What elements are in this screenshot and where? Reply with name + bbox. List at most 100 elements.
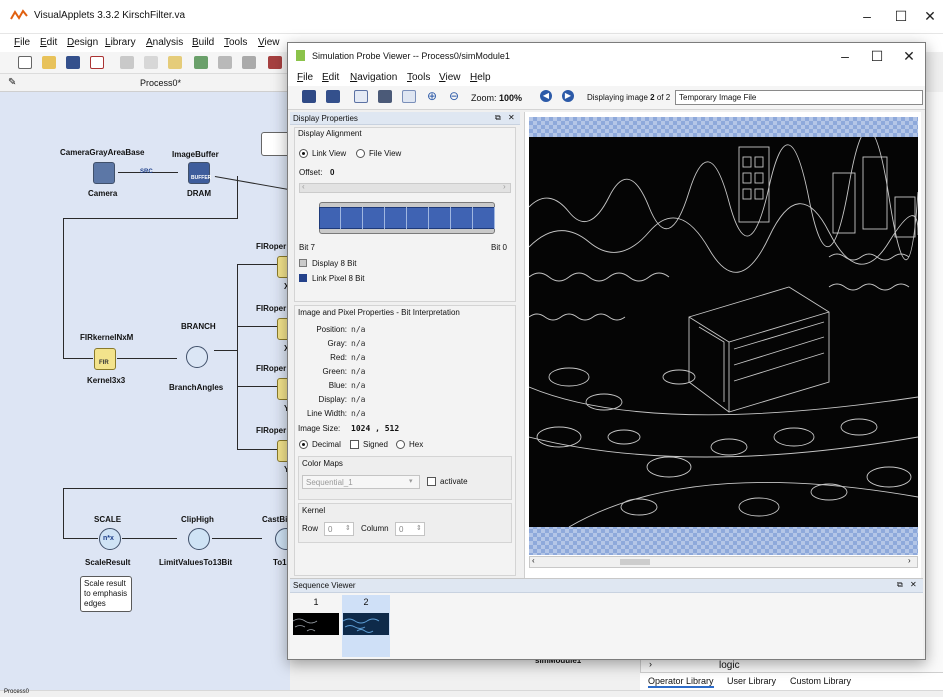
note-box[interactable]: Scale result to emphasis edges xyxy=(80,576,132,612)
offset-slider[interactable]: ‹ › xyxy=(299,182,511,193)
tab-operator-library[interactable]: Operator Library xyxy=(648,676,714,688)
horizontal-scrollbar[interactable]: ‹ › xyxy=(529,556,918,568)
probe-menu-view[interactable]: View xyxy=(439,72,461,83)
probe-menu-tools[interactable]: Tools xyxy=(407,72,430,83)
close-panel-icon[interactable]: ✕ xyxy=(508,113,515,122)
menu-design[interactable]: Design xyxy=(67,37,98,48)
activate-checkbox[interactable] xyxy=(427,477,436,486)
fir-kernel-name-label: Kernel3x3 xyxy=(87,376,126,385)
zoom-1-1-icon[interactable] xyxy=(402,90,416,103)
tree-item-logic[interactable]: logic xyxy=(719,660,740,671)
probe-minimize-button[interactable]: – xyxy=(830,44,860,68)
decimal-radio[interactable] xyxy=(299,440,308,449)
link-view-radio[interactable] xyxy=(299,149,308,158)
build-icon[interactable] xyxy=(268,56,282,69)
zoom-in-icon[interactable]: ⊕ xyxy=(427,90,441,103)
probe-menu-help[interactable]: Help xyxy=(470,72,491,83)
slider-right-arrow-icon[interactable]: › xyxy=(503,182,506,191)
menu-tools[interactable]: Tools xyxy=(224,37,247,48)
probe-menu-navigation[interactable]: Navigation xyxy=(350,72,397,83)
tree-expand-icon[interactable]: › xyxy=(649,659,652,669)
new-file-icon[interactable] xyxy=(18,56,32,69)
file-view-radio[interactable] xyxy=(356,149,365,158)
paste-icon[interactable] xyxy=(168,56,182,69)
undo-icon[interactable] xyxy=(194,56,208,69)
column-spinbox[interactable]: 0 ⇕ xyxy=(395,522,425,536)
seq-close-icon[interactable]: ✕ xyxy=(910,580,917,589)
bit-high-label: Bit 7 xyxy=(299,243,316,252)
edge-detected-image[interactable] xyxy=(529,137,918,527)
fir-op-label-2: FIRoper xyxy=(256,304,287,313)
menu-file[interactable]: File xyxy=(14,37,30,48)
next-image-icon[interactable]: ▶ xyxy=(562,90,574,102)
column-spin-icon[interactable]: ⇕ xyxy=(416,524,422,532)
branch-operator-icon[interactable] xyxy=(186,346,208,368)
hierarchy-icon[interactable]: ✎ xyxy=(8,77,16,88)
fir-kernel-operator-icon[interactable]: FIR xyxy=(94,348,116,370)
menu-library[interactable]: Library xyxy=(105,37,136,48)
scale-operator-icon[interactable]: n*x xyxy=(99,528,121,550)
image-view-pane[interactable]: ‹ › xyxy=(524,112,921,578)
fullscreen-icon[interactable] xyxy=(378,90,392,103)
color-maps-title: Color Maps xyxy=(302,459,343,468)
hex-radio[interactable] xyxy=(396,440,405,449)
cut-icon[interactable] xyxy=(120,56,134,69)
row-spin-icon[interactable]: ⇕ xyxy=(345,524,351,532)
color-map-select[interactable]: Sequential_1 ▾ xyxy=(302,475,420,489)
probe-maximize-button[interactable]: ☐ xyxy=(862,44,892,68)
pixel-properties-title: Image and Pixel Properties - Bit Interpr… xyxy=(298,308,460,317)
scroll-right-icon[interactable]: › xyxy=(908,556,911,565)
image-file-field[interactable]: Temporary Image File xyxy=(675,90,923,105)
tab-custom-library[interactable]: Custom Library xyxy=(790,676,851,686)
bit-low-label: Bit 0 xyxy=(491,243,508,252)
sequence-item-1[interactable]: 1 xyxy=(292,595,340,657)
open-folder-icon[interactable] xyxy=(42,56,56,69)
menu-analysis[interactable]: Analysis xyxy=(146,37,183,48)
row-value: 0 xyxy=(328,525,333,534)
menu-build[interactable]: Build xyxy=(192,37,214,48)
link-legend-swatch xyxy=(299,274,307,282)
blue-value: n/a xyxy=(351,381,366,390)
design-canvas[interactable]: CameraGrayAreaBase Camera SRC ImageBuffe… xyxy=(0,92,290,690)
delete-icon[interactable] xyxy=(242,56,256,69)
buffer-type-label: ImageBuffer xyxy=(172,150,219,159)
previous-image-icon[interactable]: ◀ xyxy=(540,90,552,102)
sequence-viewer-header: Sequence Viewer ⧉ ✕ xyxy=(290,579,923,593)
minimize-button[interactable]: – xyxy=(852,4,882,28)
probe-viewer-window[interactable]: Simulation Probe Viewer -- Process0/simM… xyxy=(287,42,926,660)
scroll-left-icon[interactable]: ‹ xyxy=(532,556,535,565)
process-tab[interactable]: Process0* xyxy=(140,78,181,88)
row-spinbox[interactable]: 0 ⇕ xyxy=(324,522,354,536)
save-image-icon[interactable] xyxy=(326,90,340,103)
cliphigh-operator-icon[interactable] xyxy=(188,528,210,550)
kernel-title: Kernel xyxy=(302,506,326,515)
menu-view[interactable]: View xyxy=(258,37,280,48)
probe-menu-file[interactable]: File xyxy=(297,72,313,83)
decimal-label: Decimal xyxy=(312,440,341,449)
tab-user-library[interactable]: User Library xyxy=(727,676,776,686)
save-icon[interactable] xyxy=(66,56,80,69)
save-as-icon[interactable] xyxy=(302,90,316,103)
zoom-out-icon[interactable]: ⊖ xyxy=(449,90,463,103)
redo-icon[interactable] xyxy=(218,56,232,69)
fit-view-icon[interactable] xyxy=(354,90,368,103)
camera-operator-icon[interactable] xyxy=(93,162,115,184)
sequence-item-2-selected[interactable]: 2 xyxy=(342,595,390,657)
copy-icon[interactable] xyxy=(144,56,158,69)
fir-op-label-3: FIRoper xyxy=(256,364,287,373)
display-legend-label: Display 8 Bit xyxy=(312,259,357,268)
color-map-value: Sequential_1 xyxy=(306,478,353,487)
float-panel-icon[interactable]: ⧉ xyxy=(495,113,501,123)
probe-menu-edit[interactable]: Edit xyxy=(322,72,339,83)
probe-close-button[interactable]: ✕ xyxy=(894,44,924,68)
slider-left-arrow-icon[interactable]: ‹ xyxy=(302,182,305,191)
signed-checkbox[interactable] xyxy=(350,440,359,449)
scroll-thumb[interactable] xyxy=(620,559,650,565)
close-design-icon[interactable] xyxy=(90,56,104,69)
seq-float-icon[interactable]: ⧉ xyxy=(897,580,903,590)
buffer-operator-icon[interactable]: BUFFER xyxy=(188,162,211,184)
maximize-button[interactable]: ☐ xyxy=(886,4,916,28)
menu-edit[interactable]: Edit xyxy=(40,37,57,48)
main-toolbar xyxy=(0,52,290,74)
close-button[interactable]: ✕ xyxy=(915,4,943,28)
